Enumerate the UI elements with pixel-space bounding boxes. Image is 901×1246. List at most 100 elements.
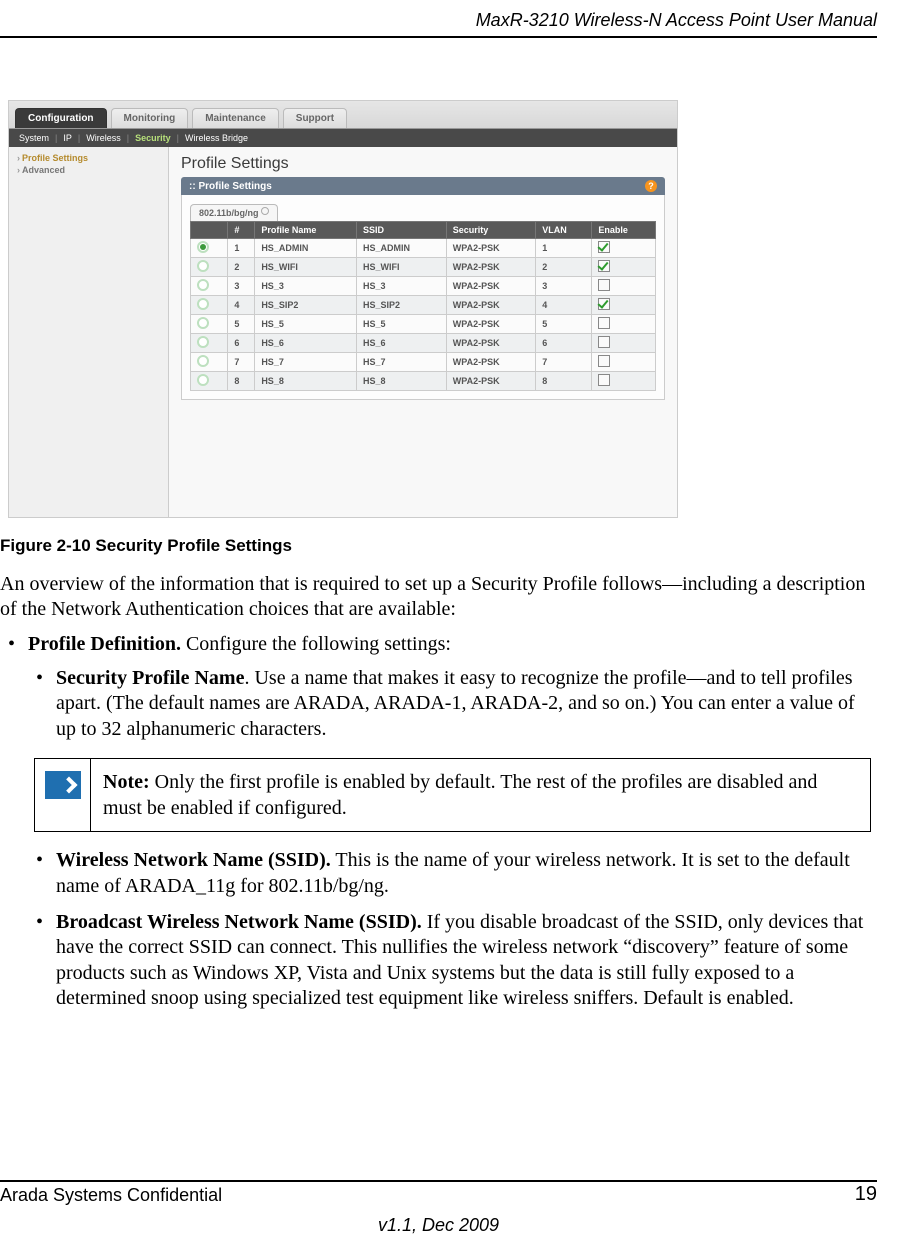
header-rule [0, 36, 877, 38]
term: Broadcast Wireless Network Name (SSID). [56, 911, 422, 933]
cell-ssid: HS_SIP2 [357, 296, 447, 315]
cell-security: WPA2-PSK [446, 296, 535, 315]
sidebar-item-label: Profile Settings [22, 153, 88, 163]
chevron-right-icon: › [17, 153, 20, 163]
screenshot-panel: Configuration Monitoring Maintenance Sup… [8, 100, 678, 518]
cell-ssid: HS_3 [357, 277, 447, 296]
checkbox-enable[interactable] [598, 336, 610, 348]
term: Profile Definition. [28, 633, 181, 655]
list-item: Profile Definition. Configure the follow… [28, 632, 877, 1012]
radio-select[interactable] [197, 241, 209, 253]
col-ssid: SSID [357, 222, 447, 239]
checkbox-enable[interactable] [598, 279, 610, 291]
cell-vlan: 7 [536, 353, 592, 372]
running-header: MaxR-3210 Wireless-N Access Point User M… [476, 10, 877, 31]
separator-icon: | [127, 133, 129, 143]
cell-profile-name: HS_6 [255, 334, 357, 353]
term: Wireless Network Name (SSID). [56, 849, 331, 871]
cell-security: WPA2-PSK [446, 315, 535, 334]
sidebar-item-profile-settings[interactable]: ›Profile Settings [17, 153, 160, 163]
radio-select[interactable] [197, 298, 209, 310]
tab-monitoring[interactable]: Monitoring [111, 108, 189, 128]
cell-security: WPA2-PSK [446, 372, 535, 391]
checkbox-enable[interactable] [598, 241, 610, 253]
table-row: 7HS_7HS_7WPA2-PSK7 [191, 353, 656, 372]
subtab-wireless-bridge[interactable]: Wireless Bridge [185, 133, 248, 143]
subtab-system[interactable]: System [19, 133, 49, 143]
subtab-wireless[interactable]: Wireless [86, 133, 121, 143]
tab-configuration[interactable]: Configuration [15, 108, 107, 128]
sub-tabs: System | IP | Wireless | Security | Wireless… [9, 129, 677, 147]
cell-profile-name: HS_7 [255, 353, 357, 372]
note-icon-cell [35, 759, 91, 831]
table-row: 3HS_3HS_3WPA2-PSK3 [191, 277, 656, 296]
table-row: 6HS_6HS_6WPA2-PSK6 [191, 334, 656, 353]
wifi-icon [261, 207, 269, 215]
col-number: # [228, 222, 255, 239]
cell-ssid: HS_5 [357, 315, 447, 334]
subtab-ip[interactable]: IP [63, 133, 72, 143]
panel-header: :: Profile Settings ? [181, 177, 665, 195]
radio-select[interactable] [197, 336, 209, 348]
col-profile-name: Profile Name [255, 222, 357, 239]
cell-vlan: 5 [536, 315, 592, 334]
col-enable: Enable [592, 222, 656, 239]
cell-ssid: HS_7 [357, 353, 447, 372]
tab-maintenance[interactable]: Maintenance [192, 108, 279, 128]
cell-number: 4 [228, 296, 255, 315]
main-area: Profile Settings :: Profile Settings ? 8… [169, 147, 677, 517]
tab-support[interactable]: Support [283, 108, 347, 128]
col-vlan: VLAN [536, 222, 592, 239]
panel-title-text: :: Profile Settings [189, 181, 272, 192]
footer-rule [0, 1180, 877, 1182]
cell-profile-name: HS_3 [255, 277, 357, 296]
top-tabs: Configuration Monitoring Maintenance Sup… [9, 101, 677, 129]
table-row: 2HS_WIFIHS_WIFIWPA2-PSK2 [191, 258, 656, 277]
list-item: Broadcast Wireless Network Name (SSID). … [56, 910, 877, 1012]
paragraph: An overview of the information that is r… [0, 572, 877, 622]
separator-icon: | [177, 133, 179, 143]
page-number: 19 [855, 1183, 877, 1206]
checkbox-enable[interactable] [598, 355, 610, 367]
separator-icon: | [78, 133, 80, 143]
col-select [191, 222, 228, 239]
cell-number: 8 [228, 372, 255, 391]
footer-version: v1.1, Dec 2009 [0, 1215, 877, 1236]
cell-security: WPA2-PSK [446, 277, 535, 296]
text: Configure the following settings: [181, 633, 451, 655]
cell-vlan: 6 [536, 334, 592, 353]
mode-tab[interactable]: 802.11b/bg/ng [190, 204, 278, 221]
help-icon[interactable]: ? [645, 180, 657, 192]
cell-profile-name: HS_SIP2 [255, 296, 357, 315]
note-body: Only the first profile is enabled by def… [103, 771, 817, 819]
checkbox-enable[interactable] [598, 374, 610, 386]
radio-select[interactable] [197, 317, 209, 329]
radio-select[interactable] [197, 355, 209, 367]
cell-ssid: HS_WIFI [357, 258, 447, 277]
subtab-security[interactable]: Security [135, 133, 171, 143]
sidebar-item-advanced[interactable]: ›Advanced [17, 165, 160, 175]
cell-number: 1 [228, 239, 255, 258]
table-row: 1HS_ADMINHS_ADMINWPA2-PSK1 [191, 239, 656, 258]
cell-profile-name: HS_8 [255, 372, 357, 391]
cell-profile-name: HS_ADMIN [255, 239, 357, 258]
cell-profile-name: HS_5 [255, 315, 357, 334]
cell-security: WPA2-PSK [446, 258, 535, 277]
term: Security Profile Name [56, 667, 244, 689]
radio-select[interactable] [197, 260, 209, 272]
chevron-right-icon: › [17, 165, 20, 175]
table-row: 5HS_5HS_5WPA2-PSK5 [191, 315, 656, 334]
separator-icon: | [55, 133, 57, 143]
checkbox-enable[interactable] [598, 298, 610, 310]
checkbox-enable[interactable] [598, 260, 610, 272]
radio-select[interactable] [197, 374, 209, 386]
radio-select[interactable] [197, 279, 209, 291]
cell-ssid: HS_ADMIN [357, 239, 447, 258]
cell-number: 3 [228, 277, 255, 296]
table-row: 4HS_SIP2HS_SIP2WPA2-PSK4 [191, 296, 656, 315]
cell-ssid: HS_6 [357, 334, 447, 353]
cell-security: WPA2-PSK [446, 334, 535, 353]
cell-vlan: 4 [536, 296, 592, 315]
panel-body: 802.11b/bg/ng # Profile Name SSID Securi… [181, 195, 665, 400]
checkbox-enable[interactable] [598, 317, 610, 329]
